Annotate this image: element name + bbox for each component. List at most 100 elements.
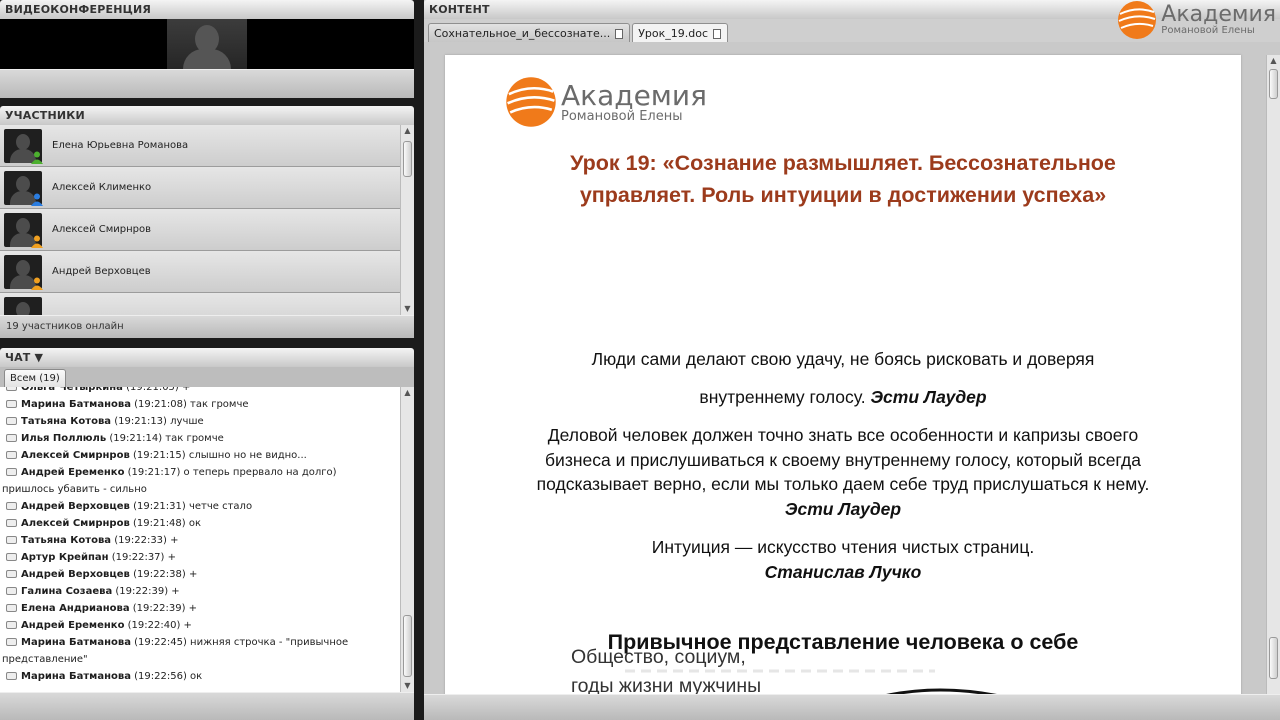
- document-scrollbar[interactable]: ▲: [1266, 55, 1280, 694]
- chat-message-text: +: [185, 569, 198, 580]
- scroll-up-arrow-icon[interactable]: ▲: [401, 125, 414, 137]
- chat-message-author: Татьяна Котова: [21, 535, 112, 546]
- document-icon: [615, 29, 624, 39]
- chat-message-time: (19:22:39): [132, 603, 186, 614]
- chat-message-text: так громче: [162, 433, 224, 444]
- chat-message: Андрей Еременко (19:21:17) о теперь прер…: [2, 464, 400, 481]
- chat-message: Марина Батманова (19:22:45) нижняя строч…: [2, 634, 400, 651]
- chat-message-author: Марина Батманова: [21, 671, 131, 682]
- participants-list: Елена Юрьевна Романова Алексей Клименко …: [0, 125, 400, 315]
- scrollbar-thumb[interactable]: [403, 141, 412, 177]
- chat-bubble-icon: [6, 468, 17, 476]
- chat-message-time: (19:22:39): [115, 586, 169, 597]
- chat-message-time: (19:22:38): [133, 569, 186, 580]
- chat-input-bar[interactable]: [0, 692, 414, 720]
- chat-bubble-icon: [6, 536, 17, 544]
- chat-message-text: ок: [186, 671, 203, 682]
- chat-bubble-icon: [6, 519, 17, 527]
- chat-message: Марина Батманова (19:21:08) так громче: [2, 396, 400, 413]
- scrollbar-thumb[interactable]: [403, 615, 412, 677]
- chat-message-time: (19:21:08): [134, 399, 187, 410]
- chat-message: Андрей Верховцев (19:21:31) четче стало: [2, 498, 400, 515]
- chat-message: Елена Андрианова (19:22:39) +: [2, 600, 400, 617]
- chat-message-time: (19:22:45): [134, 637, 187, 648]
- chat-messages: Ольга Четыркина (19:21:05) + Марина Батма…: [0, 387, 400, 692]
- scrollbar-thumb[interactable]: [1269, 69, 1278, 99]
- chat-message-author: Марина Батманова: [21, 637, 131, 648]
- chat-message: пришлось убавить - сильно: [2, 481, 400, 498]
- chat-message: Андрей Верховцев (19:22:38) +: [2, 566, 400, 583]
- avatar: [4, 170, 43, 206]
- logo-sun-icon: [506, 77, 556, 127]
- participant-name: Алексей Клименко: [52, 182, 152, 193]
- tab-document-1[interactable]: Сохнательное_и_бессознате...: [428, 23, 631, 42]
- chat-message: Марина Батманова (19:22:56) ок: [2, 668, 400, 685]
- chat-message-text: так громче: [186, 399, 249, 410]
- chat-message-author: Алексей Смирнров: [21, 518, 130, 529]
- chat-message-text: лучше: [166, 416, 204, 427]
- document-page: Академия Романовой Елены Урок 19: «Созна…: [445, 55, 1241, 694]
- document-viewer[interactable]: Академия Романовой Елены Урок 19: «Созна…: [424, 42, 1280, 694]
- online-count: 19 участников онлайн: [0, 315, 414, 338]
- scroll-down-arrow-icon[interactable]: ▼: [401, 303, 414, 315]
- participants-scrollbar[interactable]: ▲ ▼: [400, 125, 414, 315]
- participant-row[interactable]: Алексей Смирнров: [0, 209, 400, 251]
- chat-message-author: Татьяна Котова: [21, 416, 112, 427]
- logo-line2: Романовой Елены: [1161, 25, 1255, 36]
- user-icon: [31, 277, 43, 290]
- scroll-down-arrow-icon[interactable]: ▼: [401, 680, 414, 692]
- figure-circle: [886, 688, 997, 694]
- chat-message: Татьяна Котова (19:21:13) лучше: [2, 413, 400, 430]
- participant-row[interactable]: Алексей Клименко: [0, 167, 400, 209]
- chat-message-author: Алексей Смирнров: [21, 450, 130, 461]
- participant-row[interactable]: Елена Юрьевна Романова: [0, 125, 400, 167]
- chat-bubble-icon: [6, 451, 17, 459]
- participants-panel: УЧАСТНИКИ Елена Юрьевна Романова Алексей…: [0, 106, 414, 338]
- chat-message: Татьяна Котова (19:22:33) +: [2, 532, 400, 549]
- chat-message-text: +: [178, 387, 191, 393]
- scroll-up-arrow-icon[interactable]: ▲: [401, 387, 414, 399]
- video-stage[interactable]: [0, 19, 414, 69]
- chat-message-text: о теперь прервало на долго): [180, 467, 337, 478]
- avatar: [4, 296, 42, 315]
- content-bottom-bar: [424, 694, 1280, 720]
- chat-message-time: (19:22:40): [127, 620, 181, 631]
- chat-panel-title[interactable]: ЧАТ ▼: [0, 348, 414, 367]
- user-icon: [31, 193, 43, 206]
- chat-message-author: Андрей Верховцев: [21, 569, 130, 580]
- chat-tab-row: Всем (19): [0, 367, 414, 389]
- tab-label: Урок_19.doc: [638, 27, 709, 40]
- chat-message-time: (19:22:56): [134, 671, 187, 682]
- participant-row[interactable]: [0, 293, 400, 315]
- avatar: [4, 128, 43, 164]
- chat-message-text: ок: [185, 518, 202, 529]
- participant-name: Елена Юрьевна Романова: [52, 140, 189, 151]
- chat-message-text: +: [168, 586, 180, 597]
- user-icon: [31, 235, 43, 248]
- document-title: Урок 19: «Сознание размышляет. Бессознат…: [570, 151, 1116, 207]
- chat-message-text: +: [166, 535, 179, 546]
- chat-message: Алексей Смирнров (19:21:15) слышно но не…: [2, 447, 400, 464]
- quote-1: Люди сами делают свою удачу, не боясь ри…: [591, 349, 1095, 407]
- section-title: Привычное представление человека о себе: [607, 630, 1079, 654]
- scrollbar-thumb-lower[interactable]: [1269, 637, 1278, 679]
- participant-row[interactable]: Андрей Верховцев: [0, 251, 400, 293]
- chat-bubble-icon: [6, 417, 17, 425]
- chat-scrollbar[interactable]: ▲ ▼: [400, 387, 414, 692]
- chat-message-author: Артур Крейпан: [21, 552, 109, 563]
- chat-bubble-icon: [6, 638, 17, 646]
- chat-message-text: представление": [2, 654, 88, 665]
- chat-message: Илья Поллюль (19:21:14) так громче: [2, 430, 400, 447]
- document-logo: Академия Романовой Елены: [505, 76, 707, 128]
- chat-tab-all[interactable]: Всем (19): [4, 369, 66, 389]
- moderator-icon: [31, 151, 43, 164]
- chat-message-text: +: [185, 603, 198, 614]
- video-controls-bar: [0, 69, 414, 98]
- participant-name: Андрей Верховцев: [52, 266, 151, 277]
- tab-document-2[interactable]: Урок_19.doc: [632, 23, 729, 42]
- scroll-up-arrow-icon[interactable]: ▲: [1267, 55, 1280, 67]
- chat-message-text: слышно но не видно...: [185, 450, 307, 461]
- document-icon: [713, 29, 722, 39]
- academy-logo: Академия Романовой Елены: [1117, 0, 1276, 40]
- logo-line1: Академия: [1161, 2, 1276, 27]
